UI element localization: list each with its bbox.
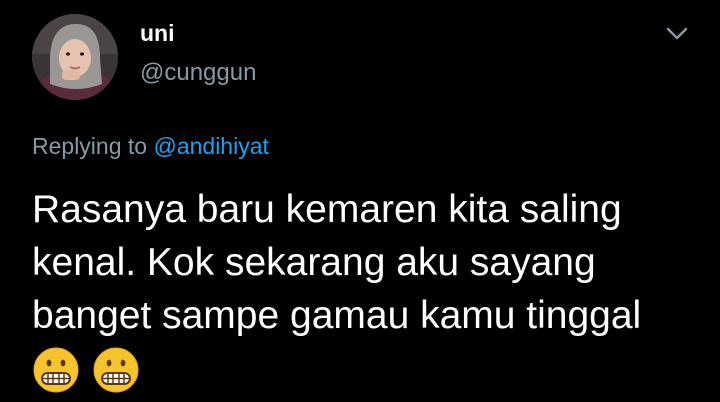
tweet-card: uni @cunggun Replying to @andihiyat Rasa…: [0, 0, 720, 402]
grimacing-face-icon: [32, 346, 80, 394]
emoji-row: [32, 346, 148, 394]
replying-to-line: Replying to @andihiyat: [32, 132, 269, 160]
mention-link[interactable]: @andihiyat: [153, 133, 268, 159]
user-handle[interactable]: @cunggun: [140, 58, 256, 88]
display-name[interactable]: uni: [140, 19, 175, 47]
avatar-image: [32, 14, 118, 100]
avatar[interactable]: [32, 14, 118, 100]
tweet-text: Rasanya baru kemaren kita saling kenal. …: [32, 183, 712, 342]
tweet-text-line: kenal. Kok sekarang aku sayang: [32, 241, 596, 284]
tweet-text-line: Rasanya baru kemaren kita saling: [32, 188, 622, 231]
grimacing-face-icon: [92, 346, 140, 394]
chevron-down-icon[interactable]: [664, 20, 690, 46]
tweet-text-line: banget sampe gamau kamu tinggal: [32, 294, 642, 337]
replying-to-label: Replying to: [32, 133, 148, 159]
